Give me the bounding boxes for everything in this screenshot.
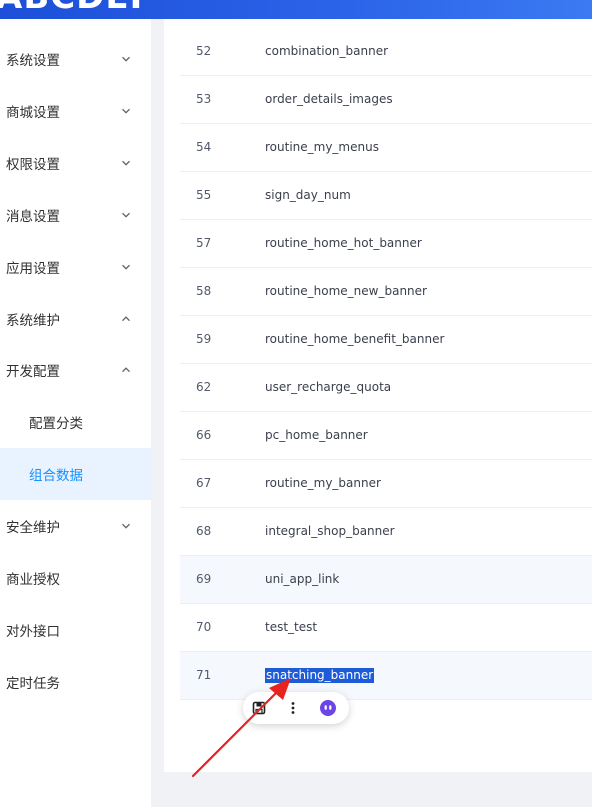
- top-header: ABCDEF: [0, 0, 592, 19]
- chevron-down-icon: [121, 106, 131, 116]
- row-id: 69: [196, 572, 212, 586]
- table-row[interactable]: 62 user_recharge_quota: [180, 364, 592, 412]
- sidebar-item-label: 开发配置: [6, 364, 60, 380]
- table-row[interactable]: 68 integral_shop_banner: [180, 508, 592, 556]
- row-id: 68: [196, 524, 212, 538]
- row-id: 70: [196, 620, 212, 634]
- row-config-key: user_recharge_quota: [265, 380, 392, 394]
- content-panel: 52 combination_banner 53 order_details_i…: [164, 19, 592, 772]
- sidebar-item-scheduled-tasks[interactable]: 定时任务: [0, 656, 151, 708]
- row-id: 67: [196, 476, 212, 490]
- row-config-key: routine_home_new_banner: [265, 284, 427, 298]
- save-icon[interactable]: [249, 698, 269, 718]
- row-config-key: uni_app_link: [265, 572, 340, 586]
- chevron-down-icon: [121, 521, 131, 531]
- chevron-down-icon: [121, 210, 131, 220]
- row-id: 53: [196, 92, 212, 106]
- row-id: 52: [196, 44, 212, 58]
- row-config-key: pc_home_banner: [265, 428, 368, 442]
- sidebar-item-label: 系统维护: [6, 313, 60, 329]
- sidebar-item-label: 定时任务: [6, 676, 60, 692]
- row-id: 59: [196, 332, 212, 346]
- sidebar-item-external-api[interactable]: 对外接口: [0, 604, 151, 656]
- sidebar-item-message-settings[interactable]: 消息设置: [0, 189, 151, 241]
- sidebar-item-label: 对外接口: [6, 624, 60, 640]
- row-config-key: test_test: [265, 620, 318, 634]
- table-row[interactable]: 54 routine_my_menus: [180, 124, 592, 172]
- sidebar-item-label: 安全维护: [6, 520, 60, 536]
- more-vertical-icon[interactable]: [283, 698, 303, 718]
- row-id: 66: [196, 428, 212, 442]
- chevron-down-icon: [121, 262, 131, 272]
- sidebar-item-label: 商业授权: [6, 572, 60, 588]
- table-row[interactable]: 70 test_test: [180, 604, 592, 652]
- sidebar-item-label: 系统设置: [6, 53, 60, 69]
- row-id: 62: [196, 380, 212, 394]
- selected-text[interactable]: snatching_banner: [265, 668, 375, 683]
- row-id: 57: [196, 236, 212, 250]
- sidebar-item-label: 配置分类: [29, 416, 83, 432]
- table-row[interactable]: 53 order_details_images: [180, 76, 592, 124]
- table-row[interactable]: 71 snatching_banner: [180, 652, 592, 700]
- sidebar-item-config-category[interactable]: 配置分类: [0, 396, 151, 448]
- sidebar-item-system-maintenance[interactable]: 系统维护: [0, 293, 151, 345]
- sidebar-item-label: 权限设置: [6, 157, 60, 173]
- row-config-key: combination_banner: [265, 44, 389, 58]
- table-row[interactable]: 69 uni_app_link: [180, 556, 592, 604]
- row-config-key: order_details_images: [265, 92, 393, 106]
- row-config-key: integral_shop_banner: [265, 524, 395, 538]
- chevron-up-icon: [121, 365, 131, 375]
- chevron-up-icon: [121, 314, 131, 324]
- row-config-key: sign_day_num: [265, 188, 351, 202]
- table-row[interactable]: 59 routine_home_benefit_banner: [180, 316, 592, 364]
- table-row[interactable]: 55 sign_day_num: [180, 172, 592, 220]
- row-config-key: routine_my_banner: [265, 476, 381, 490]
- sidebar-item-app-settings[interactable]: 应用设置: [0, 241, 151, 293]
- table-row[interactable]: 66 pc_home_banner: [180, 412, 592, 460]
- row-id: 54: [196, 140, 212, 154]
- sidebar-item-label: 组合数据: [29, 468, 83, 484]
- sidebar-item-label: 应用设置: [6, 261, 60, 277]
- table-row[interactable]: 58 routine_home_new_banner: [180, 268, 592, 316]
- row-id: 55: [196, 188, 212, 202]
- row-id: 71: [196, 668, 212, 682]
- sidebar-item-system-settings[interactable]: 系统设置: [0, 33, 151, 85]
- sidebar-item-mall-settings[interactable]: 商城设置: [0, 85, 151, 137]
- sidebar-item-security-maintenance[interactable]: 安全维护: [0, 500, 151, 552]
- sidebar-item-combined-data[interactable]: 组合数据: [0, 448, 151, 500]
- sidebar-item-label: 商城设置: [6, 105, 60, 121]
- row-config-key: routine_home_hot_banner: [265, 236, 422, 250]
- row-config-key: routine_my_menus: [265, 140, 379, 154]
- table-row[interactable]: 52 combination_banner: [180, 28, 592, 76]
- table-row[interactable]: 67 routine_my_banner: [180, 460, 592, 508]
- chevron-down-icon: [121, 54, 131, 64]
- text-selection-popup: [243, 692, 349, 724]
- chevron-down-icon: [121, 158, 131, 168]
- assistant-icon[interactable]: [318, 698, 338, 718]
- sidebar-item-business-license[interactable]: 商业授权: [0, 552, 151, 604]
- sidebar-item-label: 消息设置: [6, 209, 60, 225]
- brand-logo: ABCDEF: [0, 0, 154, 14]
- sidebar-item-dev-config[interactable]: 开发配置: [0, 344, 151, 396]
- table-row[interactable]: 57 routine_home_hot_banner: [180, 220, 592, 268]
- sidebar-item-permission-settings[interactable]: 权限设置: [0, 137, 151, 189]
- sidebar: 系统设置 商城设置 权限设置 消息设置 应用设置 系统维护 开发配置 配置分类 …: [0, 19, 151, 807]
- row-id: 58: [196, 284, 212, 298]
- row-config-key: routine_home_benefit_banner: [265, 332, 445, 346]
